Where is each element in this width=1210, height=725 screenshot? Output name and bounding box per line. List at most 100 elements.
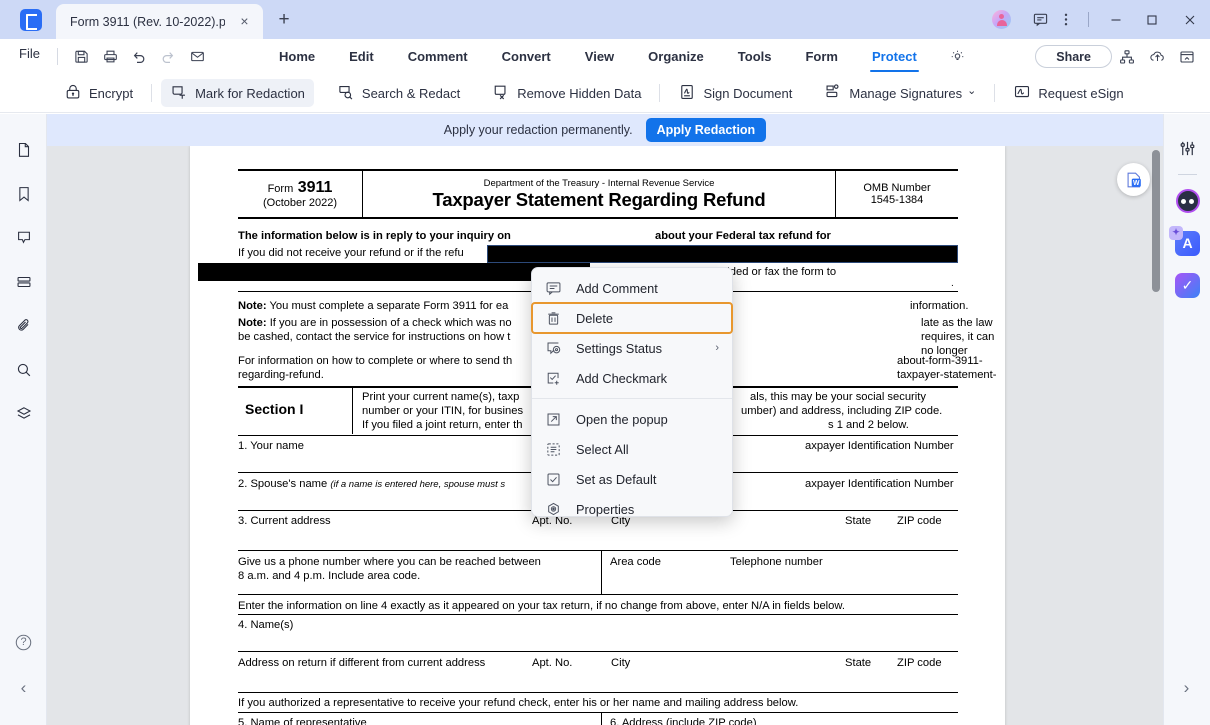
tips-bulb-icon[interactable] [946, 45, 970, 69]
redo-icon[interactable] [155, 44, 181, 69]
search-and-redact-button[interactable]: Search & Redact [328, 79, 469, 107]
new-tab-button[interactable]: + [274, 10, 294, 30]
chevron-left-icon: ‹ [20, 678, 27, 697]
mark-for-redaction-button[interactable]: Mark for Redaction [161, 79, 314, 107]
tab-protect[interactable]: Protect [869, 39, 919, 74]
convert-to-word-icon[interactable]: W [1117, 163, 1150, 196]
addr-row-city: City [611, 657, 631, 669]
menu-item-set-as-default[interactable]: Set as Default [532, 464, 732, 494]
manage-signatures-label: Manage Signatures [849, 85, 963, 101]
sidebar-item-comments[interactable] [0, 216, 47, 260]
window-close-button[interactable] [1170, 0, 1210, 39]
phone-line-2: 8 a.m. and 4 p.m. Include area code. [238, 570, 421, 582]
form-header-center: Department of the Treasury - Internal Re… [363, 171, 835, 217]
sign-document-button[interactable]: Sign Document [669, 79, 801, 107]
sidebar-item-bookmarks[interactable] [0, 172, 47, 216]
menu-bar: File Home Edit Comment Convert View Orga… [0, 39, 1210, 74]
tab-view[interactable]: View [585, 39, 614, 74]
tab-form[interactable]: Form [805, 39, 838, 74]
minimize-button[interactable] [1098, 0, 1134, 39]
titlebar-right-controls [992, 0, 1210, 39]
remove-hidden-data-label: Remove Hidden Data [517, 85, 642, 101]
form-revision: (October 2022) [263, 197, 337, 209]
tab-comment[interactable]: Comment [408, 39, 468, 74]
form-header-table: Form 3911 (October 2022) Department of t… [238, 169, 958, 219]
area-code-label: Area code [610, 556, 661, 568]
vertical-scrollbar[interactable] [1149, 146, 1163, 725]
document-tab[interactable]: Form 3911 (Rev. 10-2022).pdf * × [56, 4, 263, 39]
menu-item-open-the-popup[interactable]: Open the popup [532, 404, 732, 434]
translate-icon[interactable]: A [1164, 222, 1210, 264]
scrollbar-thumb[interactable] [1152, 150, 1160, 292]
menu-item-add-comment[interactable]: Add Comment [532, 273, 732, 303]
rep-note: If you authorized a representative to re… [238, 697, 799, 709]
menu-label: Open the popup [576, 411, 668, 427]
save-icon[interactable] [68, 44, 94, 69]
field-rule [238, 692, 958, 694]
encrypt-button[interactable]: Encrypt [55, 79, 142, 107]
left-sidebar: ? ‹ [0, 114, 47, 725]
ai-bot-icon[interactable] [1164, 180, 1210, 222]
help-label: ? [20, 636, 27, 648]
document-tab-title: Form 3911 (Rev. 10-2022).pdf * [70, 14, 225, 29]
collapse-ribbon-icon[interactable] [1172, 44, 1202, 70]
cloud-upload-icon[interactable] [1142, 44, 1172, 70]
context-menu[interactable]: Add Comment Delete Settings Status › Add… [531, 267, 733, 517]
tab-edit[interactable]: Edit [349, 39, 374, 74]
sidebar-item-layers[interactable] [0, 392, 47, 436]
form-department: Department of the Treasury - Internal Re… [483, 177, 715, 189]
sidebar-item-attachments[interactable] [0, 304, 47, 348]
menu-item-add-checkmark[interactable]: Add Checkmark [532, 363, 732, 393]
svg-text:W: W [1133, 179, 1140, 186]
menu-item-select-all[interactable]: Select All [532, 434, 732, 464]
file-menu-button[interactable]: File [19, 46, 40, 61]
redaction-box[interactable] [487, 245, 958, 263]
tab-tools[interactable]: Tools [738, 39, 772, 74]
form-header-right: OMB Number 1545-1384 [835, 171, 958, 217]
undo-icon[interactable] [126, 44, 152, 69]
mark-for-redaction-label: Mark for Redaction [195, 85, 305, 101]
collapse-left-sidebar-button[interactable]: ‹ [0, 673, 47, 703]
more-options-icon[interactable] [1053, 7, 1079, 33]
menu-item-settings-status[interactable]: Settings Status › [532, 333, 732, 363]
request-esign-button[interactable]: Request eSign [1004, 79, 1132, 107]
phone-line-1: Give us a phone number where you can be … [238, 556, 541, 568]
tab-organize[interactable]: Organize [648, 39, 704, 74]
menu-item-delete[interactable]: Delete [531, 302, 733, 334]
note-2: Note: If you are in possession of a chec… [238, 316, 512, 330]
note-1-text: You must complete a separate Form 3911 f… [269, 300, 509, 312]
avatar[interactable] [992, 10, 1011, 29]
help-button[interactable]: ? [0, 627, 47, 657]
encrypt-label: Encrypt [89, 85, 134, 101]
maximize-button[interactable] [1134, 0, 1170, 39]
checklist-icon[interactable]: ✓ [1164, 264, 1210, 306]
sidebar-item-thumbnails[interactable] [0, 128, 47, 172]
search-redact-icon [337, 83, 355, 104]
delete-icon [544, 309, 563, 328]
addr-row-zip: ZIP code [897, 657, 942, 669]
apply-redaction-button[interactable]: Apply Redaction [645, 118, 767, 142]
menu-item-properties[interactable]: Properties [532, 494, 732, 524]
email-icon[interactable] [184, 44, 210, 69]
tab-home[interactable]: Home [279, 39, 315, 74]
feedback-icon[interactable] [1027, 7, 1053, 33]
close-icon[interactable]: × [236, 13, 253, 30]
share-network-icon[interactable] [1112, 44, 1142, 70]
divider [57, 48, 58, 65]
protect-toolbar: Encrypt Mark for Redaction Search & Reda… [0, 74, 1210, 113]
print-icon[interactable] [97, 44, 123, 69]
tab-convert[interactable]: Convert [502, 39, 551, 74]
share-button[interactable]: Share [1035, 45, 1112, 68]
addr-row-label: Address on return if different from curr… [238, 657, 486, 669]
field-2-text: 2. Spouse's name [238, 478, 328, 490]
settings-status-icon [544, 339, 563, 358]
manage-signatures-button[interactable]: Manage Signatures ⌄ [815, 79, 985, 107]
collapse-right-sidebar-button[interactable]: › [1163, 673, 1210, 703]
sidebar-item-search[interactable] [0, 348, 47, 392]
remove-hidden-data-button[interactable]: Remove Hidden Data [483, 79, 650, 107]
panel-properties-icon[interactable] [1164, 127, 1210, 169]
note-label-2: Note: [238, 317, 267, 329]
field-3-label: 3. Current address [238, 515, 331, 527]
section-1-label: Section I [245, 401, 304, 417]
sidebar-item-form-fields[interactable] [0, 260, 47, 304]
